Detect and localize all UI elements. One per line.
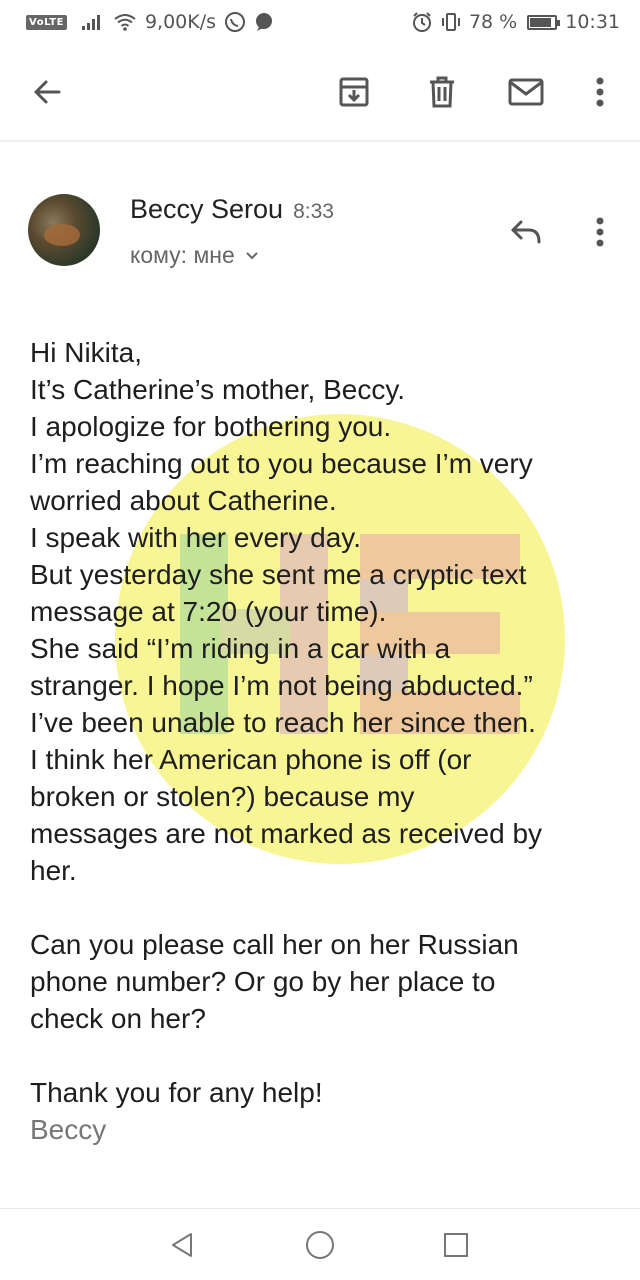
- body-line: broken or stolen?) because my: [30, 781, 415, 812]
- archive-button[interactable]: [330, 68, 378, 116]
- sender-avatar[interactable]: [28, 194, 100, 266]
- body-line: I speak with her every day.: [30, 522, 361, 553]
- nav-back-icon: [172, 1233, 192, 1257]
- nav-home-icon: [306, 1231, 334, 1259]
- body-line: But yesterday she sent me a cryptic text: [30, 559, 527, 590]
- viber-icon: [224, 11, 246, 33]
- signal-icon: [81, 13, 105, 31]
- body-line: She said “I’m riding in a car with a: [30, 633, 451, 664]
- body-line: I apologize for bothering you.: [30, 411, 392, 442]
- alarm-icon: [411, 11, 433, 33]
- nav-recents-icon: [444, 1233, 468, 1257]
- reply-icon: [511, 220, 541, 244]
- sender-name: Beccy Serou: [130, 194, 284, 224]
- chevron-down-icon: [246, 251, 258, 259]
- mail-icon: [508, 78, 544, 106]
- body-line: stranger. I hope I’m not being abducted.…: [30, 670, 533, 701]
- nav-home-button[interactable]: [298, 1223, 342, 1267]
- closing-line: Thank you for any help!: [30, 1077, 323, 1108]
- request-line: Can you please call her on her Russian: [30, 929, 519, 960]
- body-paragraph-2: Can you please call her on her Russian ph…: [30, 926, 630, 1037]
- back-button[interactable]: [24, 68, 72, 116]
- mark-unread-button[interactable]: [502, 68, 550, 116]
- status-right: 78 % 10:31: [411, 11, 620, 33]
- battery-percent: 78 %: [468, 11, 518, 33]
- body-line: messages are not marked as received by: [30, 818, 543, 849]
- email-header: Beccy Serou 8:33 кому: мне: [0, 190, 640, 280]
- back-arrow-icon: [34, 80, 61, 104]
- system-nav-bar: [0, 1208, 640, 1280]
- email-time: 8:33: [293, 200, 334, 223]
- sender-row: Beccy Serou 8:33: [130, 194, 334, 225]
- email-body: Hi Nikita, It’s Catherine’s mother, Beccy…: [30, 334, 630, 1148]
- status-bar: VoLTE 9,00K/s 78 % 10:31: [0, 0, 640, 44]
- vibrate-icon: [441, 12, 461, 32]
- body-line: her.: [30, 855, 77, 886]
- recipient-label: кому: мне: [130, 242, 235, 268]
- network-speed: 9,00K/s: [144, 11, 217, 33]
- more-vert-icon: [596, 217, 604, 247]
- request-line: check on her?: [30, 1003, 206, 1034]
- volte-badge: VoLTE: [26, 14, 67, 30]
- battery-fill: [530, 17, 551, 27]
- request-line: phone number? Or go by her place to: [30, 966, 496, 997]
- more-vert-icon: [596, 77, 604, 107]
- body-line: I’m reaching out to you because I’m very: [30, 448, 533, 479]
- reply-button[interactable]: [502, 208, 550, 256]
- delete-button[interactable]: [418, 68, 466, 116]
- delete-icon: [430, 76, 454, 108]
- body-line: worried about Catherine.: [30, 485, 337, 516]
- body-line: Hi Nikita,: [30, 337, 143, 368]
- status-left: VoLTE 9,00K/s: [26, 11, 274, 33]
- body-line: I’ve been unable to reach her since then…: [30, 707, 536, 738]
- phone-screen: VoLTE 9,00K/s 78 % 10:31 Beccy Serou 8:3…: [0, 0, 640, 1280]
- archive-icon: [339, 77, 369, 107]
- email-toolbar: [0, 44, 640, 142]
- clock: 10:31: [565, 11, 620, 33]
- battery-icon: [527, 14, 561, 30]
- nav-recents-button[interactable]: [434, 1223, 478, 1267]
- body-line: It’s Catherine’s mother, Beccy.: [30, 374, 406, 405]
- chat-icon: [254, 12, 274, 32]
- recipient-details[interactable]: кому: мне: [130, 242, 259, 269]
- body-line: message at 7:20 (your time).: [30, 596, 387, 627]
- body-line: I think her American phone is off (or: [30, 744, 472, 775]
- body-paragraph-1: Hi Nikita, It’s Catherine’s mother, Beccy…: [30, 334, 630, 889]
- nav-back-button[interactable]: [160, 1223, 204, 1267]
- more-options-button[interactable]: [576, 68, 624, 116]
- message-more-button[interactable]: [576, 208, 624, 256]
- signature: Beccy: [30, 1114, 107, 1145]
- wifi-icon: [113, 12, 137, 32]
